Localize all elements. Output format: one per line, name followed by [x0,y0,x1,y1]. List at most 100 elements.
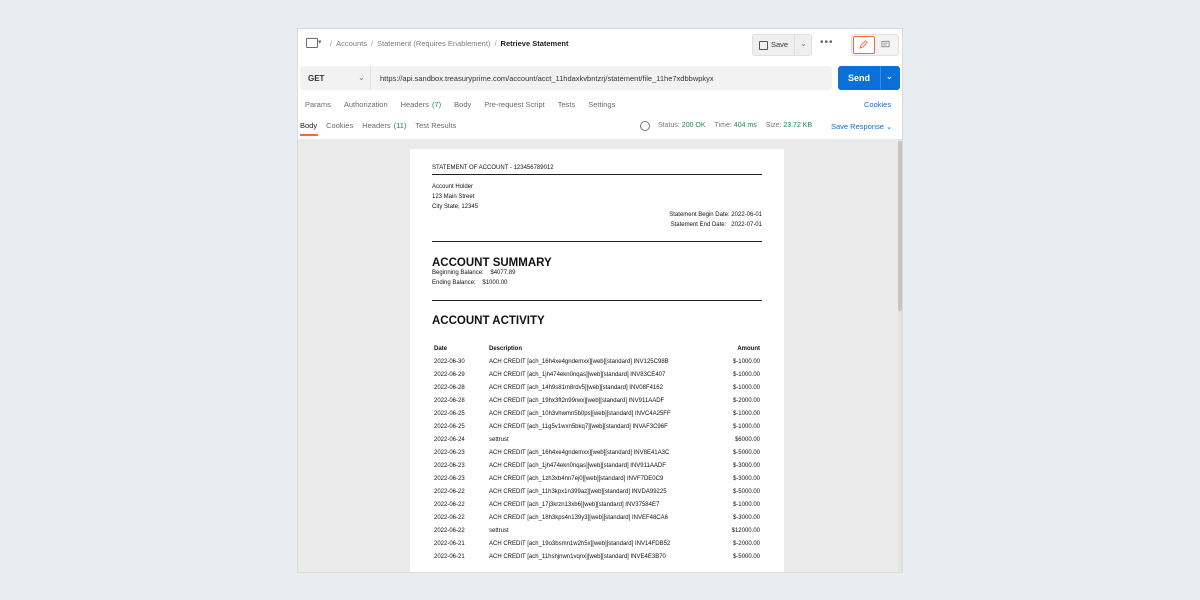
edit-mode-button[interactable] [853,36,875,54]
row-date: 2022-06-21 [434,541,465,547]
row-date: 2022-06-25 [434,411,465,417]
row-date: 2022-06-28 [434,385,465,391]
table-row: 2022-06-22 ACH CREDIT [ach_17j3krzn13xb6]… [432,502,762,515]
table-row: 2022-06-23 ACH CREDIT [ach_1zh3xb4nn7ej0]… [432,476,762,489]
tab-headers-label: Headers [400,100,429,109]
row-date: 2022-06-22 [434,502,465,508]
method-value: GET [308,74,325,83]
chevron-down-icon: ⌄ [358,73,365,82]
row-amount: $-3000.00 [732,463,760,469]
tab-headers-count: (7) [431,100,442,109]
tab-settings[interactable]: Settings [588,100,615,109]
save-options-chevron-icon[interactable]: ⌄ [800,39,807,48]
save-divider [794,35,795,55]
pencil-icon [859,40,868,49]
beginning-balance: Beginning Balance: $4077.89 [432,270,516,276]
response-tab-body[interactable]: Body [300,121,317,130]
table-row: 2022-06-24 settrust $6000.00 [432,437,762,450]
divider-rule [432,300,762,301]
http-request-icon[interactable] [306,38,318,48]
row-description: settrust [489,437,509,443]
status-value[interactable]: 200 OK [682,122,706,129]
row-date: 2022-06-23 [434,450,465,456]
send-options-chevron-icon[interactable]: ⌄ [886,72,893,81]
row-amount: $-3000.00 [732,515,760,521]
table-row: 2022-06-23 ACH CREDIT [ach_1jh474ekn0nqas… [432,463,762,476]
time-value[interactable]: 404 ms [734,122,757,129]
response-tab-test-results[interactable]: Test Results [415,121,456,130]
row-description: ACH CREDIT [ach_16h4xe4gndemxx][web][sta… [489,359,669,365]
documentation-mode-button[interactable] [876,37,896,53]
column-date: Date [434,346,448,352]
response-tab-headers[interactable]: Headers (11) [362,121,406,130]
scrollbar-thumb[interactable] [898,141,902,311]
breadcrumb-current[interactable]: Retrieve Statement [501,39,569,48]
row-date: 2022-06-24 [434,437,465,443]
holder-city: City State, 12345 [432,204,479,210]
account-summary-heading: ACCOUNT SUMMARY [432,257,552,269]
row-date: 2022-06-22 [434,489,465,495]
row-amount: $-5000.00 [732,554,760,560]
row-description: ACH CREDIT [ach_18h3kps4n139y3][web][sta… [489,515,668,521]
row-amount: $-1000.00 [732,424,760,430]
account-activity-heading: ACCOUNT ACTIVITY [432,315,545,327]
more-options-button[interactable]: ••• [820,37,834,48]
request-tabs: Params Authorization Headers (7) Body Pre-req… [305,100,628,109]
row-description: ACH CREDIT [ach_16h4xe4gndemxx][web][sta… [489,450,670,456]
send-button[interactable]: Send ⌄ [838,66,900,90]
size-value[interactable]: 23.72 KB [783,122,812,129]
row-date: 2022-06-21 [434,554,465,560]
cookies-link[interactable]: Cookies [864,100,891,109]
row-amount: $-1000.00 [732,359,760,365]
response-tabs: Body Cookies Headers (11) Test Results [300,121,465,130]
table-row: 2022-06-23 ACH CREDIT [ach_16h4xe4gndemxx… [432,450,762,463]
column-description: Description [489,346,523,352]
tab-body[interactable]: Body [454,100,471,109]
statement-end-date: Statement End Date: 2022-07-01 [670,222,762,228]
status-label: Status: [658,122,680,129]
save-button[interactable]: Save ⌄ [752,34,812,56]
row-description: ACH CREDIT [ach_19o3bsmn1w2h5x][web][sta… [489,541,671,547]
table-row: 2022-06-21 ACH CREDIT [ach_11hshjnwn1vqnx… [432,554,762,567]
chevron-down-icon[interactable]: ▾ [318,38,322,46]
tab-tests[interactable]: Tests [558,100,576,109]
row-date: 2022-06-29 [434,372,465,378]
row-amount: $-1000.00 [732,411,760,417]
pdf-viewer: STATEMENT OF ACCOUNT - 123456789012 Acco… [298,139,902,572]
row-amount: $-1000.00 [732,502,760,508]
table-row: 2022-06-28 ACH CREDIT [ach_14h9s81m8rdv5]… [432,385,762,398]
row-description: ACH CREDIT [ach_11hshjnwn1vqnx][web][sta… [489,554,666,560]
table-row: 2022-06-28 ACH CREDIT [ach_19hx3ft2n99rwx… [432,398,762,411]
size-label: Size: [765,122,782,129]
row-date: 2022-06-28 [434,398,465,404]
row-description: ACH CREDIT [ach_11h3kpx1n399az][web][sta… [489,489,667,495]
row-description: settrust [489,528,509,534]
response-tab-headers-label: Headers [362,121,391,130]
tab-authorization[interactable]: Authorization [344,100,388,109]
comment-icon [881,40,890,48]
breadcrumb-item-statement[interactable]: Statement (Requires Enablement) [377,39,490,48]
url-bar: GET ⌄ https://api.sandbox.treasuryprime.… [300,66,832,90]
url-input[interactable]: https://api.sandbox.treasuryprime.com/ac… [380,74,714,83]
save-response-button[interactable]: Save Response ⌄ [831,122,892,131]
table-row: 2022-06-22 ACH CREDIT [ach_18h3kps4n139y3… [432,515,762,528]
tab-headers[interactable]: Headers (7) [401,100,442,109]
column-amount: Amount [737,346,760,352]
response-tab-cookies[interactable]: Cookies [326,121,353,130]
divider-rule [432,174,762,175]
row-description: ACH CREDIT [ach_10h3vhwmn5b0ps][web][sta… [489,411,671,417]
holder-street: 123 Main Street [432,194,475,200]
globe-icon[interactable] [640,121,650,131]
method-select[interactable]: GET ⌄ [300,66,371,90]
table-row: 2022-06-21 ACH CREDIT [ach_19o3bsmn1w2h5x… [432,541,762,554]
table-row: 2022-06-30 ACH CREDIT [ach_16h4xe4gndemxx… [432,359,762,372]
tab-pre-request-script[interactable]: Pre-request Script [484,100,544,109]
activity-table-header: Date Description Amount [432,346,762,359]
ending-balance: Ending Balance: $1000.00 [432,280,508,286]
row-date: 2022-06-22 [434,528,465,534]
breadcrumb-item-accounts[interactable]: Accounts [336,39,367,48]
row-description: ACH CREDIT [ach_14h9s81m8rdv5][web][stan… [489,385,663,391]
row-amount: $-3000.00 [732,476,760,482]
tab-params[interactable]: Params [305,100,331,109]
response-tab-headers-count: (11) [393,121,407,130]
